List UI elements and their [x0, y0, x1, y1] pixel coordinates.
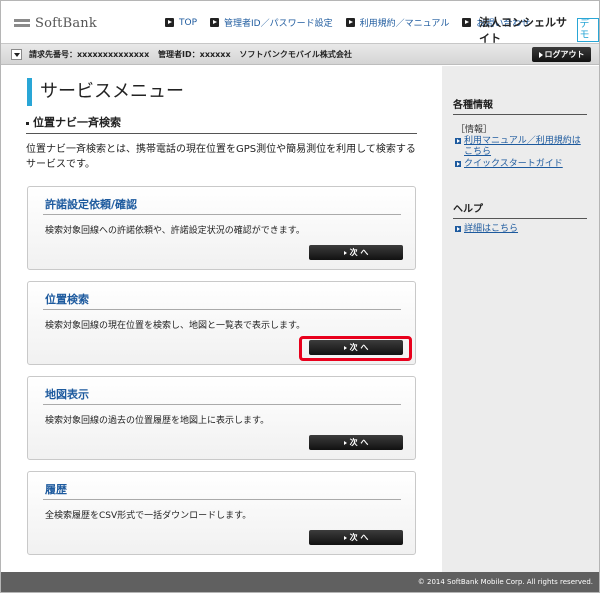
arrow-right-icon [462, 18, 472, 27]
card-permission-desc: 検索対象回線への許諾依頼や、許諾設定状況の確認ができます。 [45, 226, 305, 236]
copyright: © 2014 SoftBank Mobile Corp. All rights … [417, 578, 593, 586]
square-bullet-icon [26, 121, 29, 125]
next-label: 次 へ [349, 343, 369, 352]
footer: © 2014 SoftBank Mobile Corp. All rights … [1, 572, 599, 592]
softbank-logo[interactable]: SoftBank [14, 13, 97, 33]
map-display-next-button[interactable]: 次 へ [309, 435, 403, 450]
card-location-search: 位置検索 検索対象回線の現在位置を検索し、地図と一覧表で表示します。 次 へ [27, 281, 416, 365]
arrow-right-icon [210, 18, 220, 27]
arrow-right-icon [345, 18, 355, 27]
card-location-search-desc: 検索対象回線の現在位置を検索し、地図と一覧表で表示します。 [45, 321, 306, 331]
sidebar-link-quickstart[interactable]: クイックスタートガイド [455, 159, 563, 170]
demo-badge: デモ [577, 18, 599, 42]
history-next-button[interactable]: 次 へ [309, 530, 403, 545]
play-icon [343, 250, 347, 255]
softbank-logo-icon [14, 17, 32, 29]
page-title: サービスメニュー [27, 78, 184, 106]
card-map-display-desc: 検索対象回線の過去の位置履歴を地図上に表示します。 [45, 416, 270, 426]
nav-top-label: TOP [179, 17, 198, 28]
section-title-text: 位置ナビ一斉検索 [33, 116, 121, 129]
play-icon [538, 51, 543, 58]
site-title: 法人コンシェルサイト デモ [479, 14, 599, 46]
sidebar-link-manual-terms[interactable]: 利用マニュアル／利用規約は こちら [455, 136, 581, 158]
next-label: 次 へ [349, 438, 369, 447]
card-history-desc: 全検索履歴をCSV形式で一括ダウンロードします。 [45, 511, 252, 521]
admin-id: 管理者ID：xxxxxx [158, 50, 231, 59]
section-title: 位置ナビ一斉検索 [26, 114, 417, 134]
location-search-next-button[interactable]: 次 へ [309, 340, 403, 355]
card-map-display-title[interactable]: 地図表示 [45, 386, 89, 402]
chevron-down-icon[interactable] [11, 49, 22, 60]
sidebar-link-help-text: 詳細はこちら [464, 224, 519, 234]
card-history-title[interactable]: 履歴 [45, 481, 67, 497]
divider [43, 214, 401, 215]
sidebar-link-quickstart-text: クイックスタートガイド [464, 159, 563, 169]
card-location-search-title[interactable]: 位置検索 [45, 291, 89, 307]
nav-top[interactable]: TOP [165, 18, 197, 28]
play-icon [343, 345, 347, 350]
card-permission: 許諾設定依頼/確認 検索対象回線への許諾依頼や、許諾設定状況の確認ができます。 … [27, 186, 416, 270]
nav-admin-password-label: 管理者ID／パスワード設定 [224, 19, 333, 29]
sidebar-info-label: ［情報］ [456, 125, 493, 135]
logo-text: SoftBank [35, 15, 97, 31]
nav-admin-password[interactable]: 管理者ID／パスワード設定 [210, 16, 333, 29]
site-header: SoftBank TOP 管理者ID／パスワード設定 利用規約／マニュアル お問… [1, 1, 599, 46]
arrow-right-icon [455, 138, 461, 144]
sidebar-link-here-text: こちら [464, 147, 492, 157]
nav-terms-manual-label: 利用規約／マニュアル [359, 19, 450, 29]
company-name: ソフトバンクモバイル株式会社 [239, 50, 352, 59]
play-icon [343, 440, 347, 445]
billing-number: 請求先番号：xxxxxxxxxxxxxx [29, 50, 150, 59]
card-map-display: 地図表示 検索対象回線の過去の位置履歴を地図上に表示します。 次 へ [27, 376, 416, 460]
divider [43, 404, 401, 405]
divider [43, 309, 401, 310]
sidebar-info-heading: 各種情報 [453, 96, 587, 115]
nav-terms-manual[interactable]: 利用規約／マニュアル [345, 16, 450, 29]
next-label: 次 へ [349, 248, 369, 257]
card-permission-title[interactable]: 許諾設定依頼/確認 [45, 196, 137, 212]
card-history: 履歴 全検索履歴をCSV形式で一括ダウンロードします。 次 へ [27, 471, 416, 555]
next-label: 次 へ [349, 533, 369, 542]
play-icon [343, 535, 347, 540]
sidebar: 各種情報 ［情報］ 利用マニュアル／利用規約は こちら クイックスタートガイド … [442, 66, 599, 572]
service-description: 位置ナビ一斉検索とは、携帯電話の現在位置をGPS測位や簡易測位を利用して検索する… [26, 144, 416, 170]
logout-label: ログアウト [544, 50, 585, 59]
divider [43, 499, 401, 500]
sidebar-help-heading: ヘルプ [453, 200, 587, 219]
arrow-right-icon [455, 226, 461, 232]
arrow-right-icon [165, 18, 174, 27]
permission-next-button[interactable]: 次 へ [309, 245, 403, 260]
sidebar-link-help-details[interactable]: 詳細はこちら [455, 224, 518, 235]
account-info-bar: 請求先番号：xxxxxxxxxxxxxx 管理者ID：xxxxxx ソフトバンク… [1, 43, 599, 65]
site-title-text: 法人コンシェルサイト [479, 16, 567, 45]
arrow-right-icon [455, 161, 461, 167]
sidebar-link-manual-text: 利用マニュアル／利用規約は [464, 136, 581, 146]
logout-button[interactable]: ログアウト [532, 47, 591, 62]
account-info: 請求先番号：xxxxxxxxxxxxxx 管理者ID：xxxxxx ソフトバンク… [29, 49, 358, 60]
